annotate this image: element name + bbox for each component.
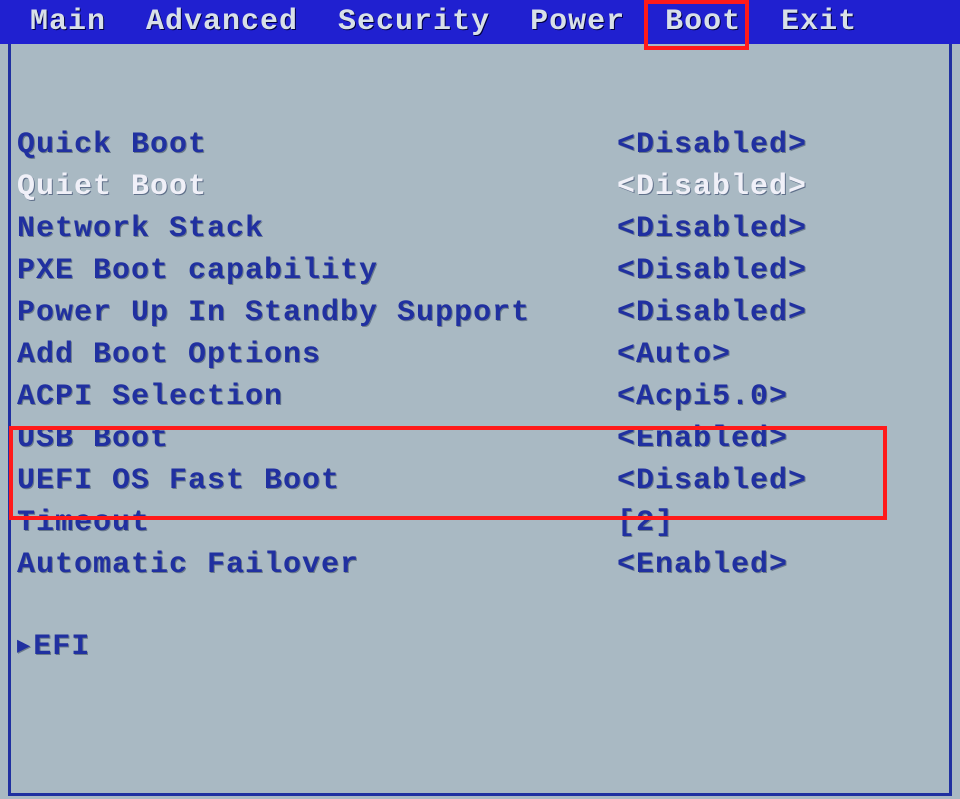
submenu-efi[interactable]: EFI xyxy=(17,626,943,668)
setting-label: Network Stack xyxy=(17,212,617,246)
setting-label: Quiet Boot xyxy=(17,170,617,204)
setting-uefi-os-fast-boot[interactable]: UEFI OS Fast Boot <Disabled> xyxy=(17,460,943,502)
setting-value: <Acpi5.0> xyxy=(617,380,788,414)
setting-automatic-failover[interactable]: Automatic Failover <Enabled> xyxy=(17,544,943,586)
setting-value: <Disabled> xyxy=(617,170,807,204)
submenu-label: EFI xyxy=(17,630,617,664)
setting-add-boot-options[interactable]: Add Boot Options <Auto> xyxy=(17,334,943,376)
setting-label: Quick Boot xyxy=(17,128,617,162)
setting-value: <Enabled> xyxy=(617,548,788,582)
setting-label: Automatic Failover xyxy=(17,548,617,582)
menubar-item-advanced[interactable]: Advanced xyxy=(146,5,298,39)
setting-label: USB Boot xyxy=(17,422,617,456)
setting-value: <Disabled> xyxy=(617,128,807,162)
setting-acpi-selection[interactable]: ACPI Selection <Acpi5.0> xyxy=(17,376,943,418)
bios-menubar: Main Advanced Security Power Boot Exit xyxy=(0,0,960,44)
setting-value: <Disabled> xyxy=(617,212,807,246)
setting-value: <Disabled> xyxy=(617,464,807,498)
menubar-item-power[interactable]: Power xyxy=(530,5,625,39)
setting-usb-boot[interactable]: USB Boot <Enabled> xyxy=(17,418,943,460)
setting-pxe-boot-capability[interactable]: PXE Boot capability <Disabled> xyxy=(17,250,943,292)
setting-label: Timeout xyxy=(17,506,617,540)
setting-value: <Disabled> xyxy=(617,254,807,288)
setting-value: <Auto> xyxy=(617,338,731,372)
setting-value: <Enabled> xyxy=(617,422,788,456)
setting-label: ACPI Selection xyxy=(17,380,617,414)
setting-value: [2] xyxy=(617,506,674,540)
setting-quiet-boot[interactable]: Quiet Boot <Disabled> xyxy=(17,166,943,208)
menubar-item-exit[interactable]: Exit xyxy=(781,5,857,39)
bios-boot-panel: Quick Boot <Disabled> Quiet Boot <Disabl… xyxy=(8,44,952,796)
setting-label: Add Boot Options xyxy=(17,338,617,372)
setting-timeout[interactable]: Timeout [2] xyxy=(17,502,943,544)
setting-power-up-standby-support[interactable]: Power Up In Standby Support <Disabled> xyxy=(17,292,943,334)
setting-label: Power Up In Standby Support xyxy=(17,296,617,330)
setting-label: PXE Boot capability xyxy=(17,254,617,288)
setting-quick-boot[interactable]: Quick Boot <Disabled> xyxy=(17,124,943,166)
menubar-item-boot[interactable]: Boot xyxy=(665,5,741,39)
menubar-item-security[interactable]: Security xyxy=(338,5,490,39)
setting-value: <Disabled> xyxy=(617,296,807,330)
setting-label: UEFI OS Fast Boot xyxy=(17,464,617,498)
menubar-item-main[interactable]: Main xyxy=(30,5,106,39)
setting-network-stack[interactable]: Network Stack <Disabled> xyxy=(17,208,943,250)
